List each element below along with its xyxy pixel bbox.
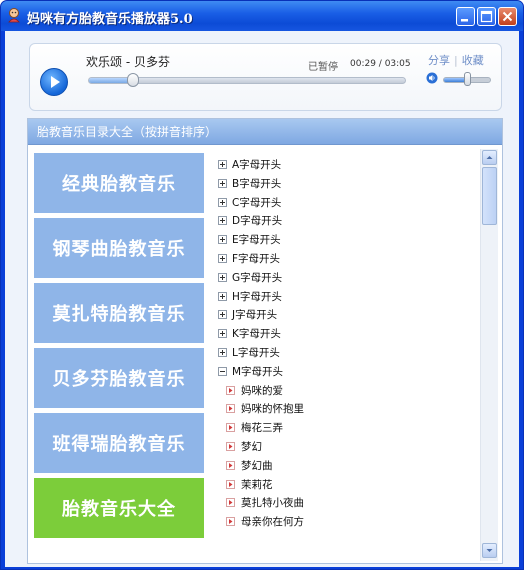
scroll-up-button[interactable] (482, 150, 497, 165)
plus-box-icon[interactable] (218, 235, 227, 245)
tree-group-label: A字母开头 (232, 159, 282, 171)
scroll-down-button[interactable] (482, 543, 497, 558)
plus-box-icon[interactable] (218, 329, 227, 339)
category-button-classic[interactable]: 经典胎教音乐 (34, 153, 204, 213)
music-note-icon (226, 479, 235, 489)
song-tree: A字母开头 B字母开头 C字母开头 D字母开头 E字母开头 F字母开头 G字母开头 H字母开头… (216, 157, 478, 561)
plus-box-icon[interactable] (218, 216, 227, 226)
share-links: 分享 | 收藏 (428, 52, 484, 68)
window-title: 妈咪有方胎教音乐播放器5.0 (27, 12, 193, 27)
tree-song-label: 茉莉花 (241, 478, 273, 491)
music-note-icon (226, 423, 235, 433)
share-link[interactable]: 分享 (428, 54, 450, 67)
plus-box-icon[interactable] (218, 178, 227, 188)
tree-song-label: 梦幻曲 (241, 459, 273, 472)
minimize-button[interactable] (456, 7, 475, 26)
plus-box-icon[interactable] (218, 291, 227, 301)
tree-group-label: L字母开头 (232, 347, 280, 359)
category-button-bandari[interactable]: 班得瑞胎教音乐 (34, 413, 204, 473)
maximize-button[interactable] (477, 7, 496, 26)
tree-song-label: 梦幻 (241, 441, 262, 453)
tree-group-label: G字母开头 (232, 271, 283, 284)
tree-group-label: H字母开头 (232, 290, 282, 303)
play-button[interactable] (40, 68, 68, 96)
tree-scrollbar[interactable] (480, 149, 498, 561)
tree-group-label: B字母开头 (232, 177, 282, 190)
minus-box-icon[interactable] (218, 366, 227, 376)
tree-song-label: 梅花三弄 (241, 422, 283, 435)
tree-song-label: 妈咪的爱 (241, 384, 283, 397)
category-button-mozart[interactable]: 莫扎特胎教音乐 (34, 283, 204, 343)
plus-box-icon[interactable] (218, 310, 227, 320)
tree-group-label: M字母开头 (232, 365, 284, 378)
close-icon (502, 11, 513, 22)
music-catalog: 胎教音乐目录大全（按拼音排序） 经典胎教音乐 钢琴曲胎教音乐 莫扎特胎教音乐 贝… (27, 118, 503, 564)
link-separator: | (454, 54, 458, 67)
music-note-icon (226, 442, 235, 451)
volume-thumb[interactable] (464, 72, 471, 86)
tree-group-label: E字母开头 (232, 234, 281, 247)
arrow-up-icon (486, 156, 493, 159)
category-button-all[interactable]: 胎教音乐大全 (34, 478, 204, 538)
arrow-down-icon (486, 549, 493, 552)
close-button[interactable] (498, 7, 517, 26)
favorite-link[interactable]: 收藏 (462, 54, 484, 67)
plus-box-icon[interactable] (218, 160, 227, 169)
tree-song-label: 莫扎特小夜曲 (241, 497, 304, 510)
category-button-beethoven[interactable]: 贝多芬胎教音乐 (34, 348, 204, 408)
music-note-icon (226, 517, 235, 527)
client-area: 欢乐颂 - 贝多芬 已暂停 00:29 / 03:05 分享 | 收藏 胎教音乐目 (5, 31, 519, 567)
music-note-icon (226, 498, 235, 508)
app-window: 妈咪有方胎教音乐播放器5.0 欢乐颂 - 贝多芬 已暂停 00:29 / 03:… (0, 0, 524, 570)
tree-group-label: C字母开头 (232, 196, 282, 209)
tree-song-label: 母亲你在何方 (241, 516, 304, 529)
plus-box-icon[interactable] (218, 254, 227, 263)
plus-box-icon[interactable] (218, 348, 227, 357)
scroll-thumb[interactable] (482, 167, 497, 225)
baby-icon (8, 8, 20, 23)
player-panel: 欢乐颂 - 贝多芬 已暂停 00:29 / 03:05 分享 | 收藏 (29, 43, 502, 111)
music-note-icon (226, 385, 235, 395)
catalog-header-text: 胎教音乐目录大全（按拼音排序） (37, 125, 218, 139)
plus-box-icon[interactable] (218, 272, 227, 282)
maximize-icon (480, 10, 493, 23)
progress-thumb[interactable] (126, 73, 139, 87)
category-button-piano[interactable]: 钢琴曲胎教音乐 (34, 218, 204, 278)
playback-state: 已暂停 (308, 62, 338, 73)
tree-group-label: F字母开头 (232, 253, 281, 265)
tree-song-label: 妈咪的怀抱里 (241, 403, 304, 416)
tree-group-label: K字母开头 (232, 328, 281, 341)
title-bar[interactable]: 妈咪有方胎教音乐播放器5.0 (1, 1, 523, 31)
speaker-icon[interactable] (426, 72, 438, 84)
minimize-icon (461, 19, 468, 22)
playback-time: 00:29 / 03:05 (350, 59, 411, 69)
catalog-header: 胎教音乐目录大全（按拼音排序） (28, 119, 502, 145)
plus-box-icon[interactable] (218, 197, 227, 207)
play-icon (51, 76, 60, 88)
music-note-icon (226, 404, 235, 414)
song-title: 欢乐颂 - 贝多芬 (86, 55, 170, 69)
tree-group-label: J字母开头 (232, 309, 278, 322)
music-note-icon (226, 460, 235, 470)
tree-group-label: D字母开头 (232, 215, 283, 228)
